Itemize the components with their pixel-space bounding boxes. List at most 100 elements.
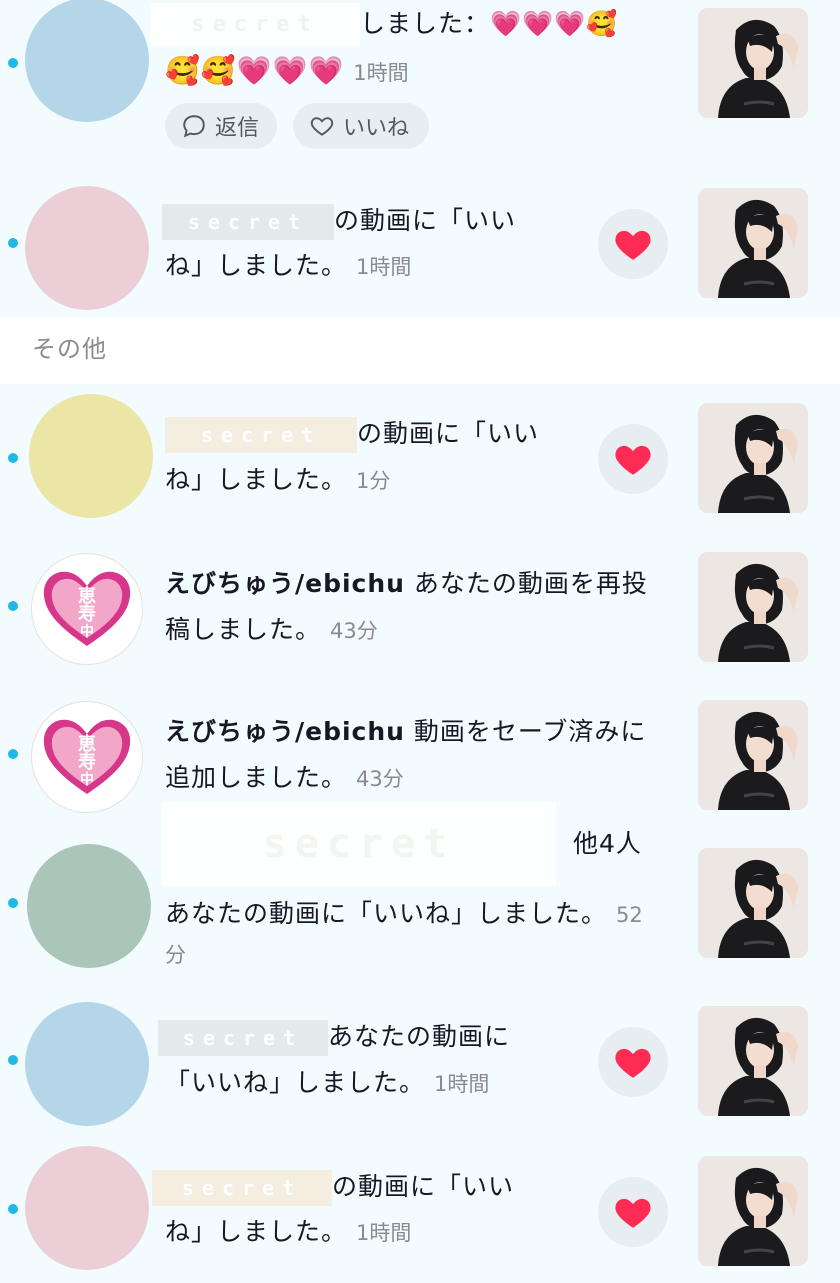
liked-heart-button[interactable] [598, 1177, 668, 1247]
timestamp: 1時間 [355, 1221, 412, 1245]
notification-text-line2: 稿しました。 43分 [165, 606, 378, 655]
notification-message: の動画に「いい [357, 419, 540, 448]
timestamp-unit: 分 [165, 943, 186, 967]
notification-text: secret の動画に「いい [152, 1163, 582, 1211]
notification-message: の動画に「いい [332, 1172, 515, 1201]
avatar[interactable] [25, 0, 149, 122]
unread-dot [8, 453, 18, 463]
notification-row[interactable]: 恵 寿 中 えびちゅう/ebichu あなたの動画を再投 稿しました。 43分 [0, 532, 840, 680]
unread-dot [8, 1204, 18, 1214]
timestamp: 43分 [329, 619, 378, 643]
unread-dot [8, 749, 18, 759]
svg-text:中: 中 [80, 623, 94, 640]
notification-message-cont: あなたの動画に「いいね」しました。 [165, 899, 608, 928]
reply-button[interactable]: 返信 [165, 103, 277, 149]
heart-filled-icon [612, 223, 654, 265]
unread-dot [8, 898, 18, 908]
avatar[interactable] [25, 1146, 149, 1270]
others-count: 他4人 [572, 829, 642, 858]
notification-message-cont: ね」しました。 [165, 1217, 348, 1246]
heart-filled-icon [612, 438, 654, 480]
redacted-username: secret [152, 1170, 332, 1206]
heart-logo-icon: 恵 寿 中 [43, 719, 131, 794]
heart-logo-icon: 恵 寿 中 [43, 571, 131, 646]
timestamp: 1時間 [353, 61, 409, 85]
notification-row[interactable]: secret あなたの動画に 「いいね」しました。 1時間 [0, 996, 840, 1138]
username[interactable]: えびちゅう/ebichu [165, 717, 405, 746]
redacted-username: secret [165, 417, 357, 453]
notification-text: えびちゅう/ebichu あなたの動画を再投 [165, 560, 665, 608]
video-thumbnail[interactable] [698, 1006, 808, 1116]
unread-dot [8, 601, 18, 611]
video-thumbnail[interactable] [698, 188, 808, 298]
reply-label: 返信 [215, 116, 260, 141]
heart-filled-icon [612, 1041, 654, 1083]
notification-message-cont: ね」しました。 [165, 465, 348, 494]
video-thumbnail[interactable] [698, 552, 808, 662]
notification-message-cont: ね」しました。 [165, 251, 348, 280]
redacted-username: secret [150, 3, 360, 47]
liked-heart-button[interactable] [598, 424, 668, 494]
liked-heart-button[interactable] [598, 209, 668, 279]
notification-row[interactable]: secret 他4人 あなたの動画に「いいね」しました。 52 分 [0, 802, 840, 996]
timestamp-wrap: 分 [165, 930, 186, 979]
notification-message: 動画をセーブ済みに [404, 717, 647, 746]
redacted-username: secret [162, 204, 334, 240]
avatar[interactable] [29, 394, 153, 518]
unread-dot [8, 1055, 18, 1065]
ebichu-avatar[interactable]: 恵 寿 中 [31, 701, 143, 813]
notification-text-line2: ね」しました。 1分 [165, 456, 390, 505]
like-label: いいね [343, 116, 410, 141]
ebichu-avatar[interactable]: 恵 寿 中 [31, 553, 143, 665]
notification-text: secret の動画に「いい [162, 197, 592, 245]
timestamp: 43分 [355, 767, 404, 791]
heart-outline-icon [310, 117, 334, 136]
liked-heart-button[interactable] [598, 1027, 668, 1097]
unread-dot [8, 58, 18, 68]
video-thumbnail[interactable] [698, 1156, 808, 1266]
notification-message: あなたの動画に [328, 1022, 511, 1051]
notification-text-line2: ね」しました。 1時間 [165, 242, 411, 291]
notification-text: secret しました：💗💗💗🥰 [150, 0, 670, 48]
username[interactable]: えびちゅう/ebichu [165, 569, 405, 598]
notification-text: secret の動画に「いい [165, 410, 595, 458]
notification-row[interactable]: secret の動画に「いい ね」しました。 1時間 [0, 170, 840, 318]
notification-row[interactable]: secret の動画に「いい ね」しました。 1時間 [0, 1138, 840, 1283]
notification-text-line2: ね」しました。 1時間 [165, 1208, 411, 1257]
avatar[interactable] [25, 1002, 149, 1126]
video-thumbnail[interactable] [698, 403, 808, 513]
svg-text:中: 中 [80, 771, 94, 788]
notification-text: secret 他4人 [162, 802, 662, 886]
timestamp: 1時間 [355, 255, 412, 279]
redacted-username: secret [158, 1020, 328, 1056]
notification-row[interactable]: secret しました：💗💗💗🥰 🥰🥰💗💗💗 1時間 返信 いいね [0, 0, 840, 170]
notification-text: えびちゅう/ebichu 動画をセーブ済みに [165, 708, 665, 756]
timestamp: 1時間 [433, 1072, 490, 1096]
section-header: その他 [0, 318, 840, 384]
emoji-reactions: 🥰🥰💗💗💗 [165, 54, 345, 87]
unread-dot [8, 238, 18, 248]
speech-bubble-icon [183, 115, 205, 138]
notification-text-line2: あなたの動画に「いいね」しました。 52 [165, 890, 685, 939]
like-comment-button[interactable]: いいね [293, 103, 429, 149]
notification-message-cont: 「いいね」しました。 [165, 1068, 426, 1097]
timestamp: 52 [615, 903, 643, 927]
avatar[interactable] [27, 844, 151, 968]
heart-filled-icon [612, 1191, 654, 1233]
notification-message-cont: 稿しました。 [165, 615, 322, 644]
video-thumbnail[interactable] [698, 848, 808, 958]
notification-text-line2: 追加しました。 43分 [165, 754, 404, 803]
svg-text:寿: 寿 [78, 751, 96, 773]
notification-message: の動画に「いい [334, 206, 517, 235]
notification-row[interactable]: secret の動画に「いい ね」しました。 1分 [0, 384, 840, 532]
notification-message-cont: 追加しました。 [165, 763, 348, 792]
svg-text:寿: 寿 [78, 603, 96, 625]
video-thumbnail[interactable] [698, 700, 808, 810]
notification-message: しました：💗💗💗🥰 [360, 9, 619, 38]
notification-text: secret あなたの動画に [158, 1013, 588, 1061]
notification-text-line2: 「いいね」しました。 1時間 [165, 1059, 489, 1108]
timestamp: 1分 [355, 469, 391, 493]
notification-text-line2: 🥰🥰💗💗💗 1時間 [165, 47, 409, 97]
avatar[interactable] [25, 186, 149, 310]
video-thumbnail[interactable] [698, 8, 808, 118]
